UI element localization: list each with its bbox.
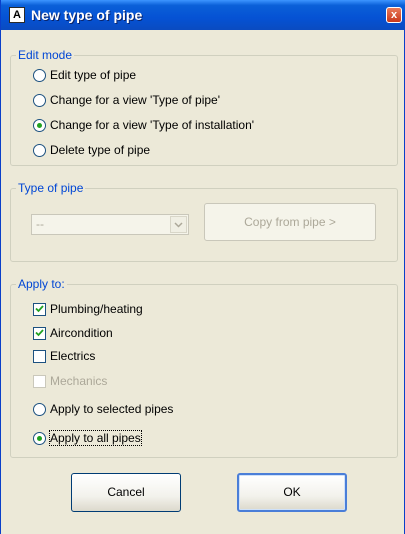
checkbox-label: Plumbing/heating [50,302,143,316]
radio-button[interactable] [33,143,46,157]
title-bar[interactable]: A New type of pipe x [1,0,405,30]
radio-button-selected[interactable] [33,118,46,132]
type-of-pipe-group: Type of pipe -- Copy from pipe > [10,181,398,262]
ok-button[interactable]: OK [237,473,347,512]
close-button[interactable]: x [386,7,402,23]
checkbox-aircondition[interactable]: Aircondition [33,325,113,341]
checkbox-plumbing-heating[interactable]: Plumbing/heating [33,301,143,317]
radio-label: Delete type of pipe [50,143,151,157]
type-of-pipe-legend: Type of pipe [16,181,86,195]
radio-label: Apply to all pipes [49,430,142,446]
radio-change-view-type-of-installation[interactable]: Change for a view 'Type of installation' [33,117,254,133]
radio-label: Change for a view 'Type of pipe' [50,93,221,107]
radio-button-selected[interactable] [33,431,46,445]
radio-change-view-type-of-pipe[interactable]: Change for a view 'Type of pipe' [33,92,220,108]
checkbox-checked[interactable] [33,302,46,316]
checkmark-icon [35,304,44,312]
checkbox-label: Aircondition [50,326,113,340]
radio-label: Edit type of pipe [50,68,137,82]
radio-apply-selected-pipes[interactable]: Apply to selected pipes [33,401,173,417]
copy-from-pipe-button[interactable]: Copy from pipe > [204,203,376,241]
radio-button[interactable] [33,93,46,107]
app-icon: A [9,7,25,23]
radio-apply-all-pipes[interactable]: Apply to all pipes [33,430,142,446]
cancel-button[interactable]: Cancel [71,473,181,512]
checkbox-disabled [33,374,46,388]
combo-value: -- [36,217,44,231]
radio-button[interactable] [33,68,46,82]
apply-to-group: Apply to: Plumbing/heating Aircondition … [10,277,398,458]
checkbox-electrics[interactable]: Electrics [33,348,95,364]
dialog-window: A New type of pipe x Edit mode Edit type… [0,0,405,534]
checkbox-checked[interactable] [33,326,46,340]
radio-label: Apply to selected pipes [50,402,174,416]
edit-mode-group: Edit mode Edit type of pipe Change for a… [10,48,398,166]
apply-to-legend: Apply to: [16,277,67,291]
window-title: New type of pipe [31,7,143,23]
chevron-down-icon[interactable] [170,216,187,233]
radio-button[interactable] [33,402,46,416]
radio-label: Change for a view 'Type of installation' [50,118,255,132]
radio-delete-type[interactable]: Delete type of pipe [33,142,150,158]
checkbox-mechanics: Mechanics [33,373,107,389]
edit-mode-legend: Edit mode [16,48,75,62]
radio-edit-type[interactable]: Edit type of pipe [33,67,136,83]
checkbox-label: Electrics [50,349,96,363]
pipe-type-combo[interactable]: -- [31,214,189,235]
checkmark-icon [35,328,44,336]
checkbox-unchecked[interactable] [33,349,46,363]
checkbox-label: Mechanics [50,374,108,388]
